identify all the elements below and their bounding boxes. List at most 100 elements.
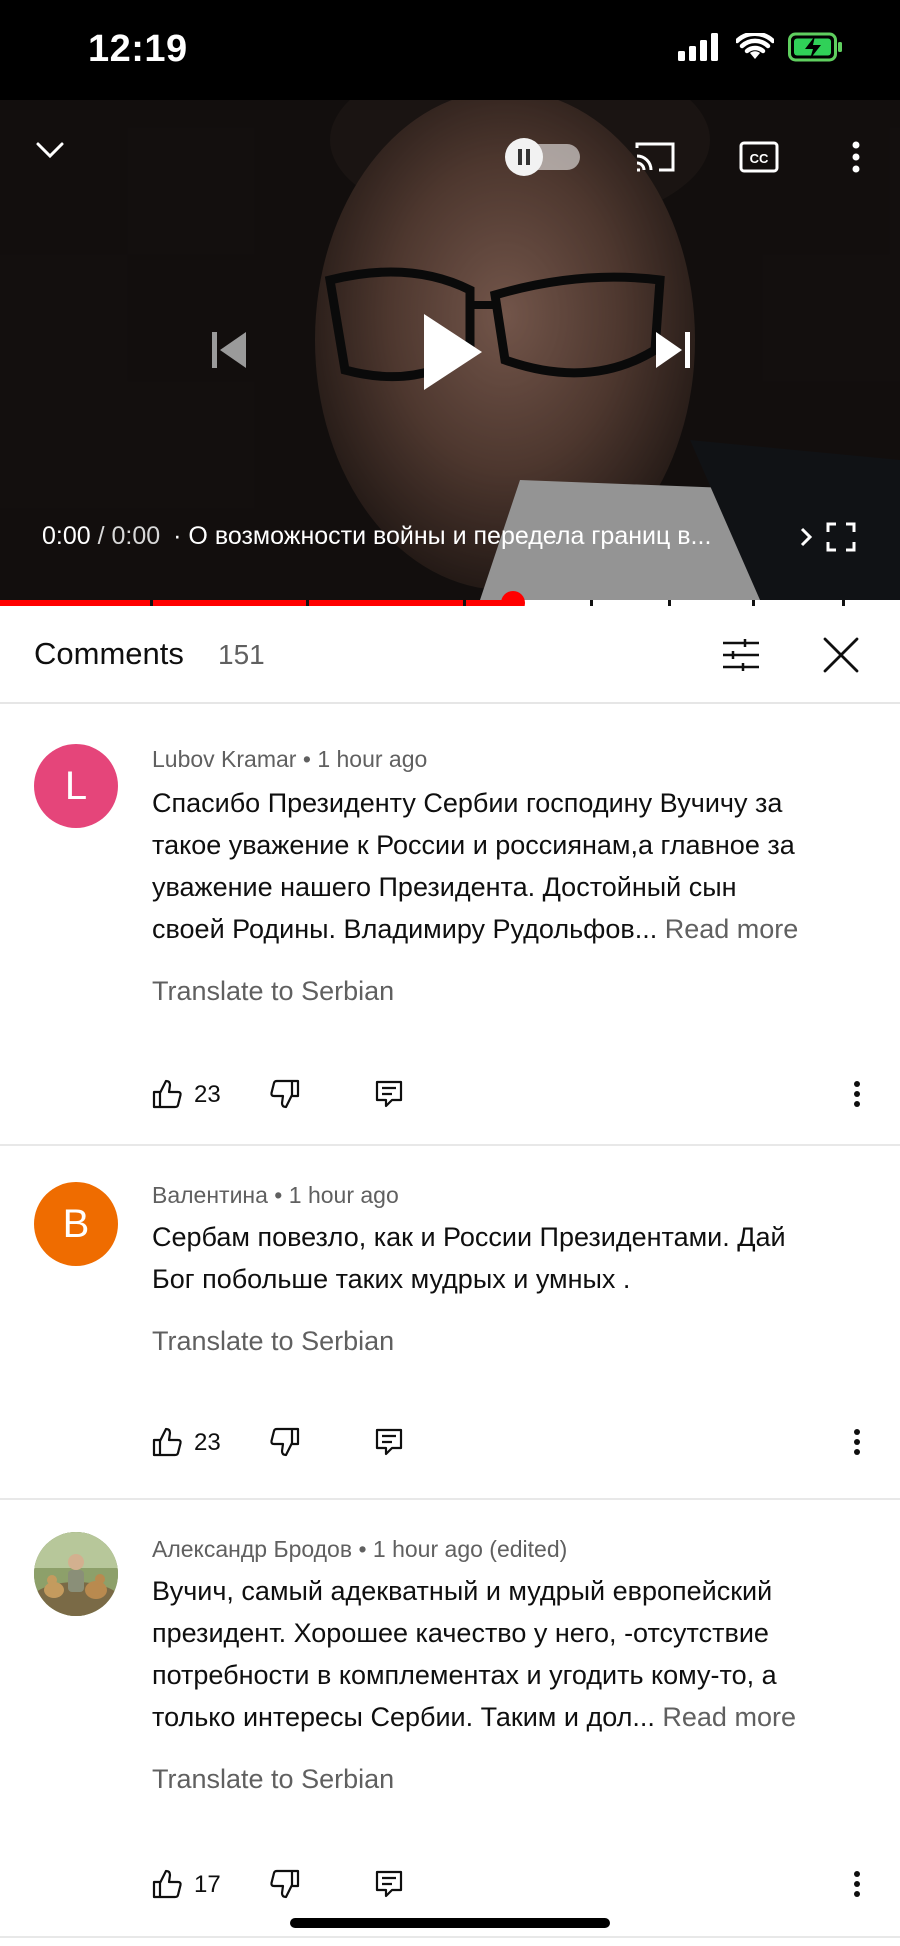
reply-button[interactable] — [374, 1074, 404, 1114]
more-vertical-icon — [852, 141, 860, 173]
comment-item: В Валентина • 1 hour ago Сербам повезло,… — [0, 1148, 900, 1500]
more-vertical-icon — [854, 1081, 860, 1107]
comment-line: Спасибо Президенту Сербии господину Вучи… — [152, 788, 783, 818]
comment-text: Сербам повезло, как и России Президентам… — [152, 1216, 872, 1300]
play-button[interactable] — [410, 306, 494, 398]
like-button[interactable]: 17 — [152, 1864, 242, 1904]
comment-line: такое уважение к России и россиянам,а гл… — [152, 830, 795, 860]
dislike-button[interactable] — [270, 1864, 300, 1904]
comment-line: Бог побольше таких мудрых и умных . — [152, 1264, 631, 1294]
cc-icon: CC — [739, 141, 779, 173]
comment-line: своей Родины. Владимиру Рудольфов... — [152, 914, 658, 944]
reply-button[interactable] — [374, 1864, 404, 1904]
chevron-right-icon — [800, 527, 813, 547]
reply-icon — [375, 1870, 403, 1898]
thumbs-down-icon — [270, 1079, 300, 1109]
reply-icon — [375, 1428, 403, 1456]
minimize-button[interactable] — [28, 128, 72, 172]
comment-time: 1 hour ago — [288, 1182, 399, 1208]
avatar-photo — [34, 1532, 118, 1616]
translate-link[interactable]: Translate to Serbian — [152, 1326, 394, 1357]
translate-link[interactable]: Translate to Serbian — [152, 976, 394, 1007]
play-icon — [424, 314, 482, 390]
comment-meta: Александр Бродов • 1 hour ago (edited) — [152, 1536, 568, 1562]
cast-button[interactable] — [630, 134, 680, 180]
comments-title: Comments — [34, 636, 184, 671]
comment-meta: Валентина • 1 hour ago — [152, 1182, 399, 1208]
comment-author[interactable]: Александр Бродов — [152, 1536, 352, 1562]
cast-icon — [635, 142, 675, 172]
svg-text:CC: CC — [750, 151, 769, 166]
comment-line: уважение нашего Президента. Достойный сы… — [152, 872, 737, 902]
player-time-display: 0:00 / 0:00 · О возможности войны и пере… — [42, 522, 711, 551]
skip-previous-icon — [212, 332, 246, 368]
status-bar: 12:19 — [0, 0, 900, 100]
comment-more-button[interactable] — [852, 1422, 862, 1462]
sort-comments-button[interactable] — [716, 630, 766, 680]
like-count: 23 — [194, 1081, 221, 1108]
chevron-down-icon — [36, 142, 64, 159]
time-separator: / — [97, 522, 105, 550]
status-time: 12:19 — [88, 28, 188, 70]
reply-icon — [375, 1080, 403, 1108]
comment-item: L Lubov Kramar • 1 hour ago Спасибо През… — [0, 706, 900, 1146]
like-count: 17 — [194, 1871, 221, 1898]
avatar[interactable] — [34, 1532, 118, 1616]
thumbs-down-icon — [270, 1427, 300, 1457]
reply-button[interactable] — [374, 1422, 404, 1462]
comment-author[interactable]: Валентина — [152, 1182, 268, 1208]
thumbs-up-icon — [152, 1427, 182, 1457]
dislike-button[interactable] — [270, 1074, 300, 1114]
sort-filter-icon — [723, 639, 759, 671]
comment-more-button[interactable] — [852, 1074, 862, 1114]
comment-meta: Lubov Kramar • 1 hour ago — [152, 746, 428, 772]
next-button[interactable] — [646, 322, 702, 378]
avatar[interactable]: В — [34, 1182, 118, 1266]
skip-next-icon — [656, 332, 690, 368]
video-player[interactable]: CC 0:00 / 0:00 · О возможности войны и п… — [0, 100, 900, 600]
title-expand-button[interactable] — [794, 520, 818, 554]
avatar[interactable]: L — [34, 744, 118, 828]
like-button[interactable]: 23 — [152, 1074, 242, 1114]
comment-author[interactable]: Lubov Kramar — [152, 746, 296, 772]
comment-line: президент. Хорошее качество у него, -отс… — [152, 1618, 769, 1648]
comments-count: 151 — [218, 639, 265, 670]
video-title[interactable]: · О возможности войны и передела границ … — [173, 522, 711, 550]
current-time: 0:00 — [42, 522, 91, 550]
previous-button[interactable] — [200, 322, 256, 378]
signal-icon — [678, 33, 718, 61]
wifi-icon — [736, 33, 774, 59]
status-icons — [678, 32, 844, 62]
home-indicator[interactable] — [290, 1918, 610, 1928]
comment-time: 1 hour ago — [317, 746, 428, 772]
thumbs-up-icon — [152, 1079, 182, 1109]
comment-line: только интересы Сербии. Таким и дол... — [152, 1702, 655, 1732]
autoplay-pause-icon — [505, 138, 580, 176]
comment-item: Александр Бродов • 1 hour ago (edited) В… — [0, 1502, 900, 1938]
comment-text: Вучич, самый адекватный и мудрый европей… — [152, 1570, 872, 1738]
fullscreen-icon — [826, 522, 856, 552]
close-icon — [823, 637, 859, 673]
total-time: 0:00 — [111, 522, 161, 550]
comment-line: Вучич, самый адекватный и мудрый европей… — [152, 1576, 773, 1606]
thumbs-down-icon — [270, 1869, 300, 1899]
comment-line: потребности в комплементах и угодить ком… — [152, 1660, 777, 1690]
like-count: 23 — [194, 1429, 221, 1456]
comments-header: Comments 151 — [0, 606, 900, 704]
read-more-link[interactable]: Read more — [665, 914, 799, 944]
dislike-button[interactable] — [270, 1422, 300, 1462]
like-button[interactable]: 23 — [152, 1422, 242, 1462]
comment-text: Спасибо Президенту Сербии господину Вучи… — [152, 782, 872, 950]
translate-link[interactable]: Translate to Serbian — [152, 1764, 394, 1795]
autoplay-toggle[interactable] — [502, 136, 582, 176]
player-more-button[interactable] — [836, 134, 876, 180]
thumbs-up-icon — [152, 1869, 182, 1899]
comment-actions: 17 — [152, 1864, 882, 1904]
captions-button[interactable]: CC — [734, 134, 784, 180]
close-comments-button[interactable] — [816, 630, 866, 680]
more-vertical-icon — [854, 1429, 860, 1455]
fullscreen-button[interactable] — [822, 518, 860, 556]
comment-more-button[interactable] — [852, 1864, 862, 1904]
read-more-link[interactable]: Read more — [662, 1702, 796, 1732]
comment-actions: 23 — [152, 1074, 882, 1114]
